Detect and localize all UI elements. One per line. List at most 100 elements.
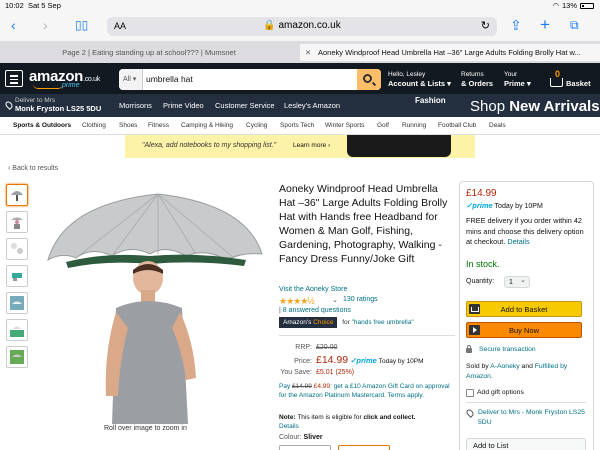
cat-camping-hiking[interactable]: Camping & Hiking bbox=[181, 122, 233, 129]
category-nav: Sports & Outdoors Clothing Shoes Fitness… bbox=[0, 117, 600, 135]
reload-icon[interactable]: ↻ bbox=[481, 19, 490, 32]
main-product-image[interactable] bbox=[46, 182, 266, 424]
cat-clothing[interactable]: Clothing bbox=[82, 122, 106, 129]
tabs-overview-icon[interactable]: ⧉ bbox=[570, 17, 579, 33]
nav-morrisons[interactable]: Morrisons bbox=[119, 101, 152, 110]
cart-icon bbox=[550, 78, 563, 87]
cat-winter-sports[interactable]: Winter Sports bbox=[325, 122, 364, 129]
status-time: 10:02 Sat 5 Sep bbox=[5, 1, 61, 10]
price-row: Price: £14.99 ✓prime Today by 10PM bbox=[294, 354, 424, 366]
cat-fitness[interactable]: Fitness bbox=[148, 122, 169, 129]
fashion-promo-logo[interactable]: Fashion bbox=[415, 96, 446, 105]
buybox-prime-badge: ✓prime bbox=[466, 201, 493, 210]
cat-golf[interactable]: Golf bbox=[377, 122, 389, 129]
tab-mumsnet[interactable]: Page 2 | Eating standing up at school???… bbox=[0, 44, 298, 61]
tab-amazon[interactable]: ✕ Aoneky Windproof Head Umbrella Hat –36… bbox=[300, 44, 600, 61]
answered-questions-link[interactable]: 8 answered questions bbox=[283, 307, 351, 314]
basket-label: Basket bbox=[566, 79, 591, 88]
delivery-details-link[interactable]: Details bbox=[507, 237, 529, 246]
battery-icon bbox=[580, 2, 594, 9]
banner-learn-more[interactable]: Learn more › bbox=[293, 142, 330, 149]
deliver-to-link[interactable]: Deliver to Mrs Monk Fryston LS25 5DU bbox=[4, 97, 101, 113]
location-pin-icon bbox=[465, 408, 475, 418]
url-text[interactable]: 🔒 amazon.co.uk bbox=[107, 20, 497, 31]
cat-deals[interactable]: Deals bbox=[489, 122, 506, 129]
your-prime-link[interactable]: Your Prime ▾ bbox=[504, 70, 531, 88]
add-to-basket-button[interactable]: Add to Basket bbox=[466, 301, 582, 317]
secure-transaction-link[interactable]: Secure transaction bbox=[466, 345, 536, 353]
gift-options-checkbox[interactable]: Add gift options bbox=[466, 389, 524, 397]
forward-arrow-icon[interactable]: › bbox=[43, 17, 48, 33]
cat-running[interactable]: Running bbox=[402, 122, 426, 129]
thumbnail-1[interactable] bbox=[6, 184, 28, 206]
colour-swatch-2[interactable] bbox=[338, 445, 390, 450]
buybox-deliver-to-link[interactable]: Deliver to Mrs - Monk Fryston LS25 5DU bbox=[465, 408, 586, 428]
thumbnail-4[interactable] bbox=[6, 265, 28, 287]
cat-cycling[interactable]: Cycling bbox=[246, 122, 267, 129]
diagram-thumb-icon bbox=[11, 243, 23, 254]
buybox-divider bbox=[466, 402, 586, 403]
sold-by-text: Sold by A-Aoneky and Fulfilled by Amazon… bbox=[466, 363, 568, 380]
click-collect-details-link[interactable]: Details bbox=[279, 423, 299, 430]
menu-icon[interactable] bbox=[5, 70, 23, 87]
buybox-price: £14.99 bbox=[466, 188, 497, 199]
thumbnail-7[interactable] bbox=[6, 346, 28, 368]
address-bar[interactable]: AA 🔒 amazon.co.uk ↻ bbox=[107, 17, 497, 36]
shop-new-arrivals-link[interactable]: Shop New Arrivals bbox=[470, 98, 600, 115]
thumbnail-5[interactable] bbox=[6, 292, 28, 314]
buy-now-button[interactable]: Buy Now bbox=[466, 322, 582, 338]
umbrella-hat-thumb-icon bbox=[11, 191, 23, 201]
card-promo-link[interactable]: Pay £14.99 £4.99: get a £10 Amazon Gift … bbox=[279, 382, 455, 400]
search-category-select[interactable]: All ▾ bbox=[119, 69, 143, 90]
sub-navigation: Deliver to Mrs Monk Fryston LS25 5DU Mor… bbox=[0, 94, 600, 117]
search-button[interactable] bbox=[357, 69, 381, 90]
thumbnail-3[interactable] bbox=[6, 238, 28, 260]
new-tab-icon[interactable]: + bbox=[540, 16, 550, 33]
cat-shoes[interactable]: Shoes bbox=[119, 122, 137, 129]
nav-prime-video[interactable]: Prime Video bbox=[163, 101, 204, 110]
fishing-thumb-icon bbox=[10, 350, 24, 364]
person-thumb-icon bbox=[11, 217, 23, 229]
thumbnail-2[interactable] bbox=[6, 211, 28, 233]
quantity-label: Quantity: bbox=[466, 278, 495, 285]
cat-sports-tech[interactable]: Sports Tech bbox=[280, 122, 314, 129]
status-indicators: ◠ 13% bbox=[552, 1, 594, 10]
cat-sports-outdoors[interactable]: Sports & Outdoors bbox=[13, 122, 71, 129]
colour-swatch-1[interactable] bbox=[279, 445, 331, 450]
hat-folded-thumb-icon bbox=[12, 273, 22, 281]
amazons-choice: Amazon's Choice for "hands free umbrella… bbox=[279, 317, 414, 328]
savings-row: You Save: £5.01 (25%) bbox=[280, 369, 355, 376]
status-bar: 10:02 Sat 5 Sep ◠ 13% bbox=[0, 0, 600, 11]
rrp-row: RRP: £20.00 bbox=[295, 344, 338, 351]
store-link[interactable]: Visit the Aoneky Store bbox=[279, 286, 347, 293]
add-to-list-button[interactable]: Add to List bbox=[466, 438, 586, 450]
search-input[interactable] bbox=[146, 69, 346, 90]
free-delivery-text: FREE delivery if you order within 42 min… bbox=[466, 216, 584, 246]
banner-text: "Alexa, add notebooks to my shopping lis… bbox=[142, 142, 277, 149]
zoom-caption: Roll over image to zoom in bbox=[104, 425, 187, 432]
share-icon[interactable]: ⇪ bbox=[510, 17, 522, 33]
returns-orders-link[interactable]: Returns & Orders bbox=[461, 70, 493, 88]
prime-badge: ✓prime bbox=[350, 356, 377, 365]
back-to-results-link[interactable]: ‹ Back to results bbox=[8, 165, 58, 172]
back-arrow-icon[interactable]: ‹ bbox=[11, 17, 16, 33]
close-tab-icon[interactable]: ✕ bbox=[305, 44, 311, 61]
nav-lesleys-amazon[interactable]: Lesley's Amazon bbox=[284, 101, 340, 110]
alexa-banner[interactable]: "Alexa, add notebooks to my shopping lis… bbox=[125, 135, 475, 158]
quantity-select[interactable]: 1 bbox=[504, 275, 530, 288]
basket-button[interactable]: 0 Basket bbox=[548, 69, 598, 90]
stock-status: In stock. bbox=[466, 259, 500, 269]
nav-customer-service[interactable]: Customer Service bbox=[215, 101, 275, 110]
checkbox-icon[interactable] bbox=[466, 389, 474, 397]
seller-link[interactable]: A-Aoneky bbox=[490, 363, 519, 370]
bookmarks-icon[interactable]: ▯▯ bbox=[75, 17, 88, 33]
ratings-count-link[interactable]: 130 ratings bbox=[343, 296, 378, 303]
thumbnail-6[interactable] bbox=[6, 319, 28, 341]
price-value: £14.99 bbox=[316, 354, 349, 366]
choice-query-link[interactable]: "hands free umbrella" bbox=[352, 319, 414, 326]
star-rating[interactable]: ★★★★½ bbox=[279, 296, 315, 307]
account-lists-link[interactable]: Hello, Lesley Account & Lists ▾ bbox=[388, 70, 451, 88]
search-icon bbox=[363, 74, 372, 83]
cat-football-club[interactable]: Football Club bbox=[438, 122, 476, 129]
rating-chevron-icon[interactable]: ⌄ bbox=[332, 296, 338, 304]
